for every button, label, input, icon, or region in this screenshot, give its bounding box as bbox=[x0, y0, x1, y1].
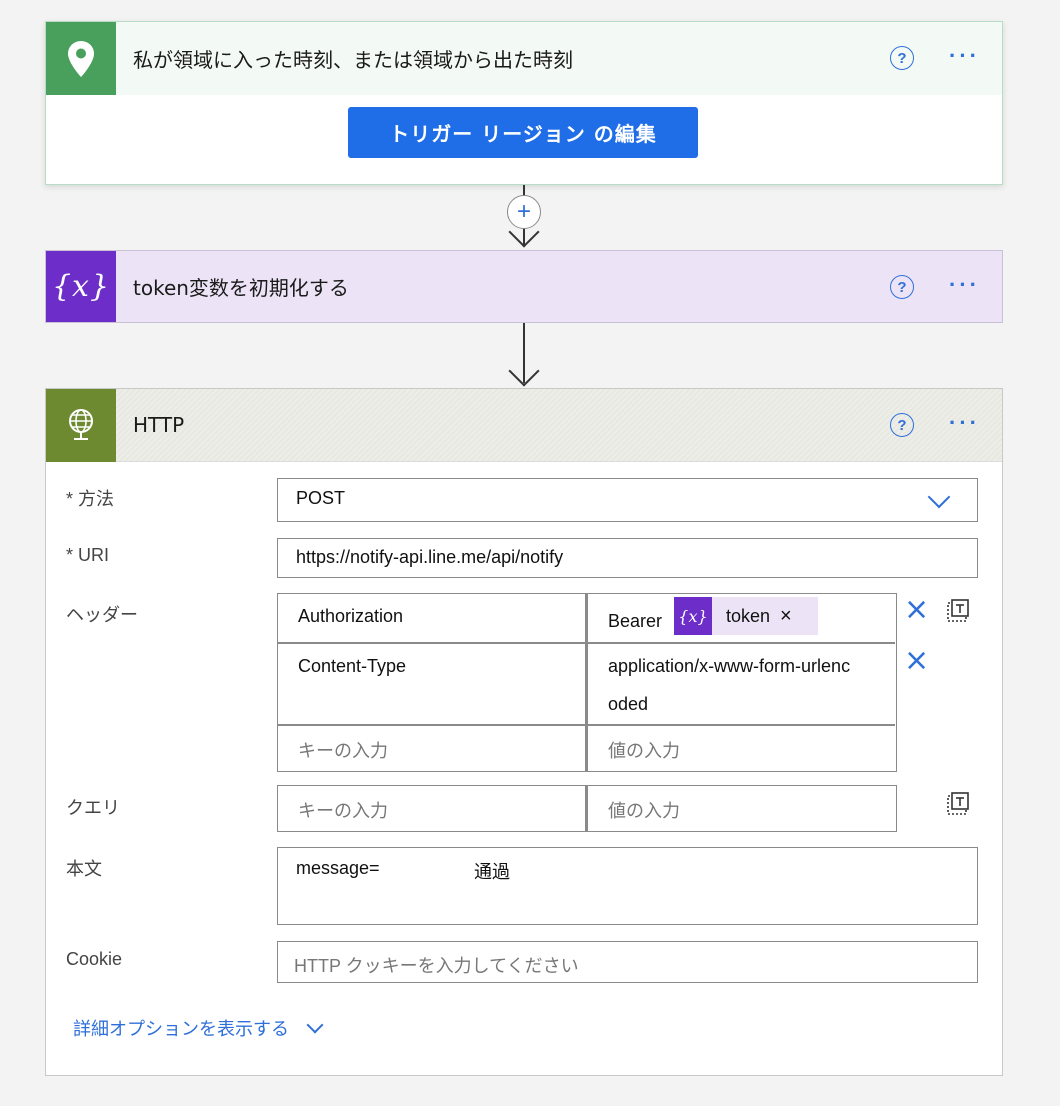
trigger-card-header[interactable]: 私が領域に入った時刻、または領域から出た時刻 ? ··· bbox=[46, 22, 1002, 95]
uri-input[interactable]: https://notify-api.line.me/api/notify bbox=[277, 538, 978, 578]
help-icon[interactable]: ? bbox=[890, 275, 914, 299]
variable-card-header[interactable]: {x} token変数を初期化する ? ··· bbox=[46, 251, 1002, 322]
show-advanced-options-link[interactable]: 詳細オプションを表示する bbox=[73, 1015, 324, 1041]
body-value-end: 通過 bbox=[474, 862, 510, 882]
variable-icon: {x} bbox=[46, 251, 116, 322]
redacted-area bbox=[383, 864, 473, 886]
arrow-down-icon bbox=[508, 355, 540, 387]
query-value-input[interactable]: 値の入力 bbox=[588, 786, 895, 831]
initialize-variable-card[interactable]: {x} token変数を初期化する ? ··· bbox=[45, 250, 1003, 323]
header-value-line: application/x-www-form-urlenc bbox=[608, 656, 851, 676]
query-key-input[interactable]: キーの入力 bbox=[278, 786, 585, 831]
cookie-label: Cookie bbox=[66, 949, 123, 969]
header-value-prefix: Bearer bbox=[608, 611, 663, 631]
help-icon[interactable]: ? bbox=[890, 413, 914, 437]
switch-to-text-mode-icon[interactable] bbox=[946, 792, 970, 816]
edit-trigger-region-button[interactable]: トリガー リージョン の編集 bbox=[348, 107, 698, 158]
more-options-icon[interactable]: ··· bbox=[949, 44, 980, 68]
trigger-card[interactable]: 私が領域に入った時刻、または領域から出た時刻 ? ··· トリガー リージョン … bbox=[45, 21, 1003, 185]
http-step-title: HTTP bbox=[133, 413, 185, 437]
http-card-header[interactable]: HTTP ? ··· bbox=[46, 388, 1002, 462]
switch-to-text-mode-icon[interactable] bbox=[946, 599, 970, 623]
header-value-line: oded bbox=[608, 694, 649, 714]
method-label: * 方法 bbox=[66, 489, 115, 509]
header-key: Content-Type bbox=[298, 656, 407, 676]
header-key-input[interactable]: キーの入力 bbox=[278, 726, 585, 771]
query-table: キーの入力 値の入力 bbox=[277, 785, 897, 832]
query-label: クエリ bbox=[66, 798, 120, 818]
variable-icon: {x} bbox=[674, 597, 712, 635]
header-key-cell[interactable]: Authorization bbox=[278, 594, 585, 642]
http-action-card[interactable]: HTTP ? ··· * 方法 POST * URI https://notif… bbox=[45, 388, 1003, 1076]
uri-label: * URI bbox=[66, 545, 110, 565]
chevron-down-icon bbox=[306, 1016, 324, 1034]
cookie-placeholder: HTTP クッキーを入力してください bbox=[294, 956, 579, 976]
help-icon[interactable]: ? bbox=[890, 46, 914, 70]
chevron-down-icon[interactable] bbox=[927, 485, 951, 509]
delete-header-icon[interactable]: × bbox=[904, 646, 929, 676]
more-options-icon[interactable]: ··· bbox=[949, 411, 980, 435]
remove-token-icon[interactable]: × bbox=[780, 605, 792, 628]
headers-label: ヘッダー bbox=[66, 605, 138, 625]
header-key-cell[interactable]: Content-Type bbox=[278, 644, 585, 724]
body-input[interactable]: message= 通過 bbox=[277, 847, 978, 925]
method-value: POST bbox=[296, 488, 346, 508]
more-options-icon[interactable]: ··· bbox=[949, 273, 980, 297]
token-chip-label: token bbox=[726, 605, 771, 626]
trigger-title: 私が領域に入った時刻、または領域から出た時刻 bbox=[133, 48, 573, 72]
body-value-start: message= bbox=[296, 858, 380, 878]
headers-table: Authorization Bearer {x} token × Content… bbox=[277, 593, 897, 772]
header-value-input[interactable]: 値の入力 bbox=[588, 726, 895, 771]
header-value-cell[interactable]: application/x-www-form-urlenc oded bbox=[588, 644, 895, 724]
location-pin-icon bbox=[46, 22, 116, 95]
token-variable-chip[interactable]: {x} token × bbox=[674, 597, 818, 635]
header-key: Authorization bbox=[298, 606, 404, 626]
cookie-input[interactable]: HTTP クッキーを入力してください bbox=[277, 941, 978, 983]
header-value-cell[interactable]: Bearer {x} token × bbox=[588, 594, 895, 642]
delete-header-icon[interactable]: × bbox=[904, 595, 929, 625]
uri-value: https://notify-api.line.me/api/notify bbox=[296, 547, 564, 567]
globe-icon bbox=[46, 388, 116, 462]
method-dropdown[interactable]: POST bbox=[277, 478, 978, 522]
variable-step-title: token変数を初期化する bbox=[133, 276, 349, 300]
body-label: 本文 bbox=[66, 859, 102, 879]
